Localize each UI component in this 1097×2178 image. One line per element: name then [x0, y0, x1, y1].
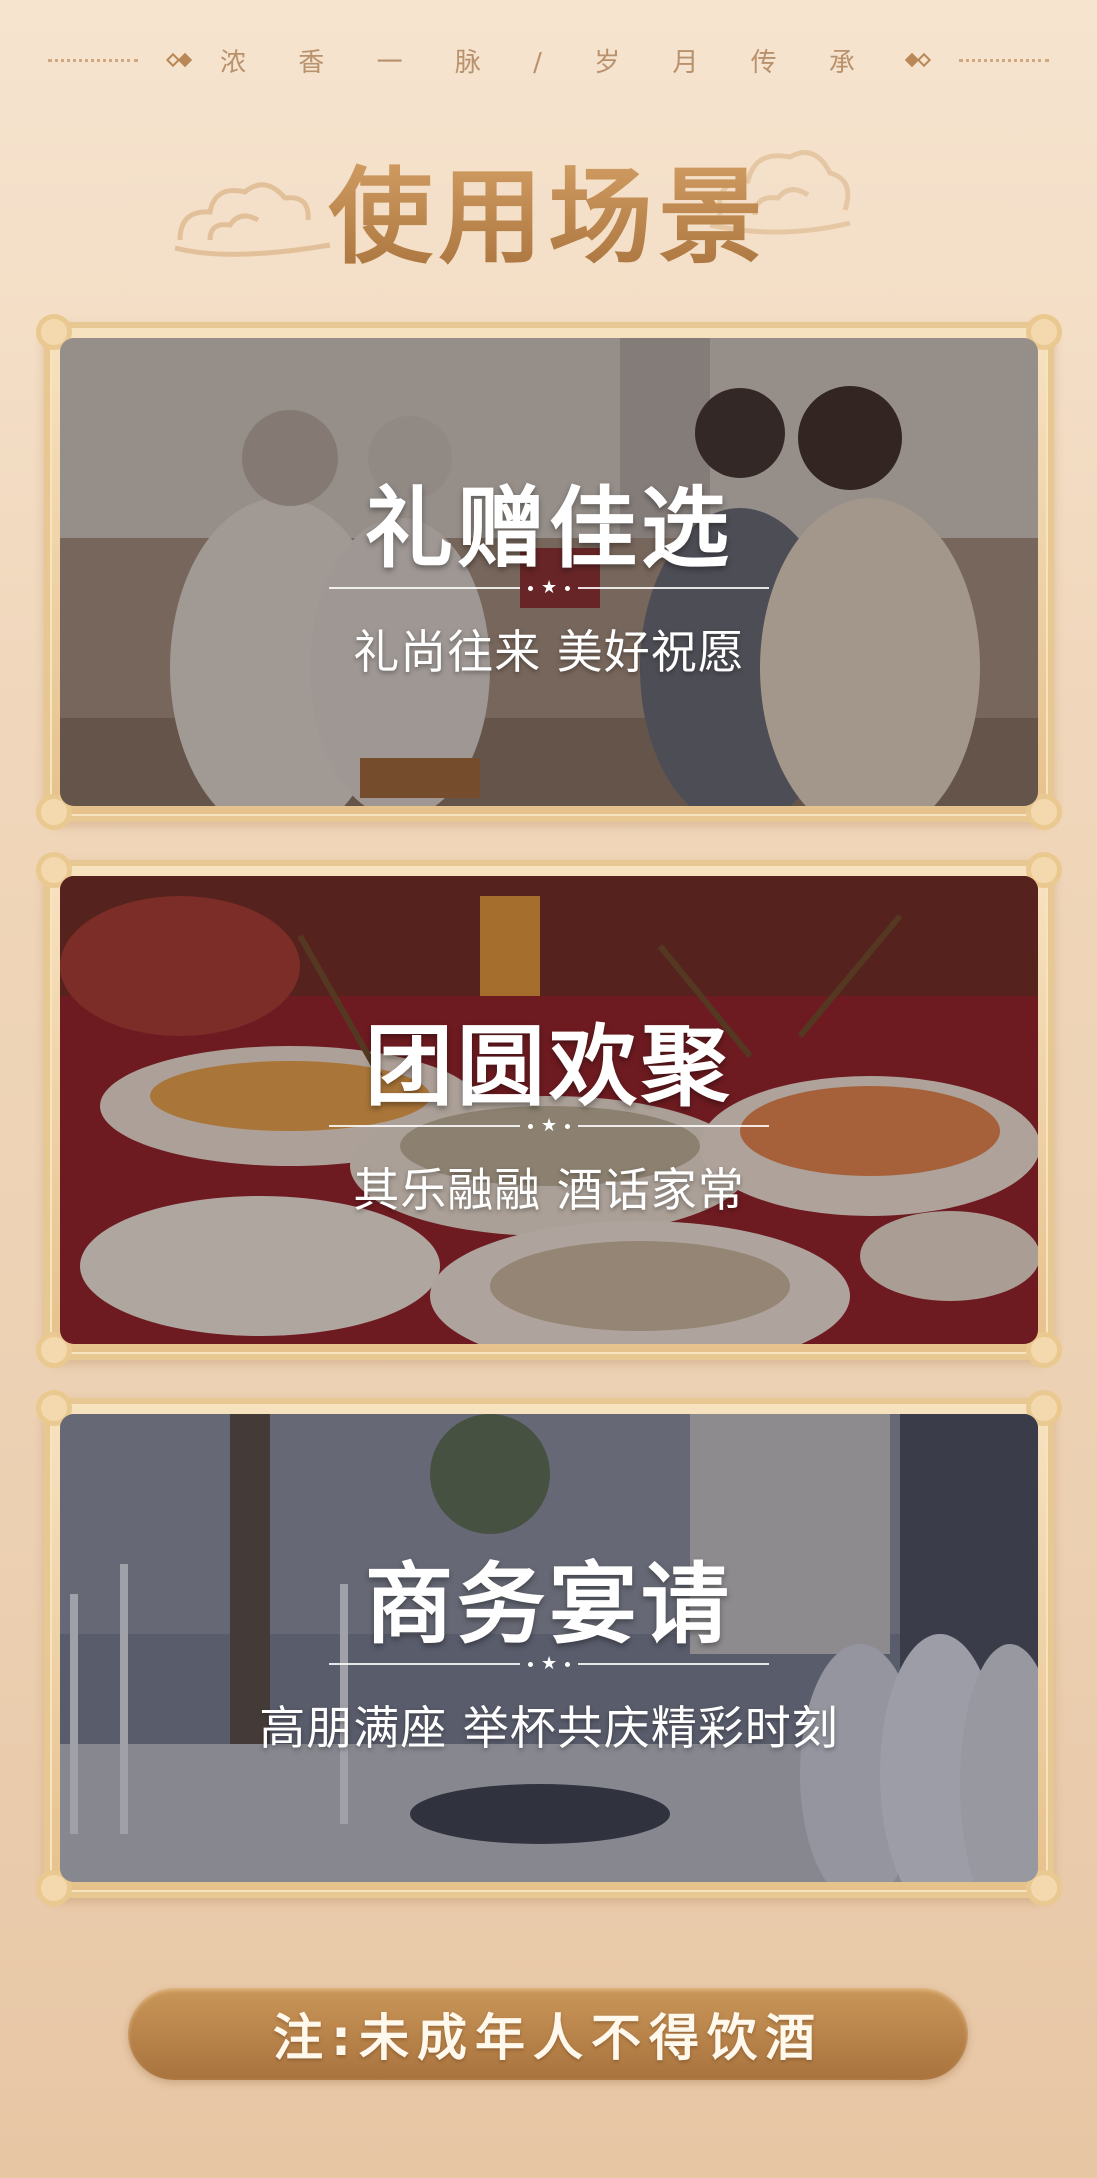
- page-title: 使用场景: [0, 132, 1097, 283]
- title-section: 使用场景: [0, 120, 1097, 278]
- scene-photo-frame: 团圆欢聚 ★ 其乐融融 酒话家常: [60, 876, 1038, 1344]
- scene-title: 商务宴请: [364, 1553, 733, 1656]
- ornament-divider: ★: [329, 1115, 770, 1136]
- star-icon: ★: [540, 1653, 558, 1674]
- scene-subtitle: 高朋满座 举杯共庆精彩时刻: [259, 1701, 839, 1755]
- scene-subtitle: 其乐融融 酒话家常: [353, 1163, 745, 1217]
- slogan-text: 浓 香 一 脉 / 岁 月 传 承: [220, 47, 877, 78]
- dotted-line-right: [958, 58, 1049, 62]
- top-slogan: 浓 香 一 脉 / 岁 月 传 承: [0, 40, 1097, 80]
- scene-card-reunion: 团圆欢聚 ★ 其乐融融 酒话家常: [36, 852, 1062, 1368]
- star-icon: ★: [540, 577, 558, 598]
- ornament-divider: ★: [329, 1653, 770, 1674]
- diamond-icon: [904, 52, 932, 68]
- scene-title: 团圆欢聚: [364, 1015, 733, 1118]
- scene-subtitle: 礼尚往来 美好祝愿: [353, 625, 745, 679]
- ornament-divider: ★: [329, 577, 770, 598]
- scene-card-business: 商务宴请 ★ 高朋满座 举杯共庆精彩时刻: [36, 1390, 1062, 1906]
- star-icon: ★: [540, 1115, 558, 1136]
- age-warning-banner: 注:未成年人不得饮酒: [128, 1988, 968, 2080]
- diamond-icon: [165, 52, 193, 68]
- scene-card-gift: 礼赠佳选 ★ 礼尚往来 美好祝愿: [36, 314, 1062, 830]
- scene-photo-frame: 礼赠佳选 ★ 礼尚往来 美好祝愿: [60, 338, 1038, 806]
- age-warning-text: 注:未成年人不得饮酒: [273, 2009, 823, 2067]
- scene-photo-frame: 商务宴请 ★ 高朋满座 举杯共庆精彩时刻: [60, 1414, 1038, 1882]
- dotted-line-left: [48, 58, 139, 62]
- scene-title: 礼赠佳选: [364, 477, 733, 580]
